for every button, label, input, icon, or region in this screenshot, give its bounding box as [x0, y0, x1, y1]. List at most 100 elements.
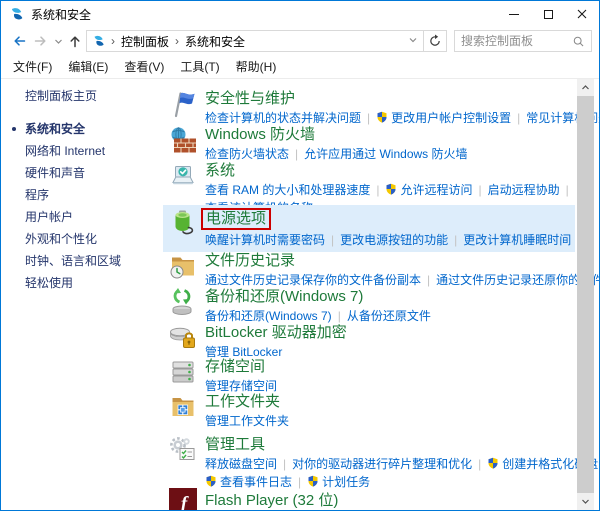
address-bar[interactable]: › 控制面板 › 系统和安全: [86, 30, 424, 52]
work-folders-icon: [169, 393, 197, 421]
sidebar-list: 系统和安全网络和 Internet硬件和声音程序用户帐户外观和个性化时钟、语言和…: [25, 118, 161, 294]
address-dropdown-button[interactable]: [408, 32, 418, 50]
section-power-options: 电源选项唤醒计算机时需要密码 | 更改电源按钮的功能 | 更改计算机睡眠时间: [163, 205, 575, 252]
menu-bar: 文件(F)编辑(E)查看(V)工具(T)帮助(H): [1, 55, 599, 79]
menu-item[interactable]: 帮助(H): [228, 58, 285, 75]
scroll-up-button[interactable]: [577, 79, 594, 96]
refresh-button[interactable]: [424, 30, 447, 52]
firewall-icon: [169, 126, 197, 154]
window-controls: [497, 1, 599, 27]
menu-item[interactable]: 查看(V): [116, 58, 172, 75]
task-link[interactable]: 更改计算机睡眠时间: [463, 233, 571, 247]
search-input[interactable]: [461, 34, 572, 48]
section-work-folders: 工作文件夹管理工作文件夹: [163, 390, 575, 433]
menu-item[interactable]: 编辑(E): [60, 58, 116, 75]
menu-item[interactable]: 工具(T): [172, 58, 227, 75]
bitlocker-icon: [169, 324, 197, 352]
task-link[interactable]: 管理工作文件夹: [205, 414, 289, 428]
uac-shield-icon: [487, 457, 499, 469]
close-button[interactable]: [565, 1, 599, 27]
maximize-button[interactable]: [531, 1, 565, 27]
link-separator: |: [331, 233, 334, 247]
section-title-link[interactable]: 管理工具: [205, 436, 265, 454]
content-sections: 安全性与维护检查计算机的状态并解决问题|更改用户帐户控制设置|常见计算机问题疑难…: [161, 79, 599, 510]
task-link-row: 唤醒计算机时需要密码 | 更改电源按钮的功能 | 更改计算机睡眠时间: [205, 232, 571, 248]
chevron-right-icon: ›: [175, 34, 179, 48]
section-title-link[interactable]: Flash Player (32 位): [205, 488, 338, 511]
up-arrow-icon: [67, 33, 83, 49]
admin-tools-icon: [169, 436, 197, 464]
task-link-row: 管理工作文件夹: [205, 413, 289, 429]
section-title-link-annotated[interactable]: 电源选项: [201, 208, 271, 230]
minimize-icon: [509, 14, 519, 15]
flash-player-icon: f: [169, 488, 197, 511]
sidebar-home-link[interactable]: 控制面板主页: [25, 87, 161, 105]
refresh-icon: [428, 34, 442, 48]
breadcrumb-item[interactable]: 系统和安全: [185, 33, 245, 50]
navigation-toolbar: › 控制面板 › 系统和安全: [1, 27, 599, 55]
section-flash-player: f Flash Player (32 位): [163, 485, 575, 511]
breadcrumb-location-icon: [92, 34, 106, 48]
section-title-link[interactable]: 存储空间: [205, 358, 265, 376]
search-box: [454, 30, 592, 52]
section-title-link[interactable]: 系统: [205, 162, 235, 180]
task-link[interactable]: 允许远程访问: [385, 183, 472, 197]
up-button[interactable]: [64, 30, 86, 52]
scrollbar-thumb[interactable]: [577, 96, 594, 493]
link-separator: |: [478, 183, 481, 197]
link-separator: |: [454, 233, 457, 247]
search-icon: [572, 35, 585, 48]
task-link[interactable]: 对你的驱动器进行碎片整理和优化: [292, 457, 472, 471]
task-link[interactable]: 查看 RAM 的大小和处理器速度: [205, 183, 370, 197]
link-separator: |: [376, 183, 379, 197]
sidebar-item[interactable]: 程序: [25, 184, 161, 206]
window-title: 系统和安全: [31, 6, 91, 23]
main-area: 控制面板主页 系统和安全网络和 Internet硬件和声音程序用户帐户外观和个性…: [1, 79, 599, 510]
section-title-link[interactable]: 工作文件夹: [205, 393, 280, 411]
sidebar-item[interactable]: 轻松使用: [25, 272, 161, 294]
back-button[interactable]: [8, 30, 30, 52]
task-link-row: 释放磁盘空间|对你的驱动器进行碎片整理和优化|创建并格式化硬盘分区|: [205, 456, 575, 472]
recent-pages-button[interactable]: [52, 30, 64, 52]
chevron-right-icon: ›: [111, 34, 115, 48]
section-title-link[interactable]: 文件历史记录: [205, 252, 295, 270]
chevron-down-icon: [408, 35, 418, 45]
breadcrumb: › 控制面板 › 系统和安全: [111, 33, 403, 50]
sidebar-item[interactable]: 网络和 Internet: [25, 140, 161, 162]
menu-item[interactable]: 文件(F): [5, 58, 60, 75]
task-link[interactable]: 更改电源按钮的功能: [340, 233, 448, 247]
section-title-link[interactable]: 备份和还原(Windows 7): [205, 288, 363, 306]
close-icon: [577, 9, 587, 19]
vertical-scrollbar[interactable]: [577, 79, 594, 510]
task-link-row: 查看 RAM 的大小和处理器速度 | 允许远程访问 | 启动远程协助 |: [205, 182, 575, 198]
link-separator: |: [283, 457, 286, 471]
sidebar-item[interactable]: 硬件和声音: [25, 162, 161, 184]
system-icon: [169, 162, 197, 190]
sidebar: 控制面板主页 系统和安全网络和 Internet硬件和声音程序用户帐户外观和个性…: [1, 79, 161, 510]
minimize-button[interactable]: [497, 1, 531, 27]
task-link[interactable]: 启动远程协助: [488, 183, 560, 197]
forward-arrow-icon: [33, 33, 49, 49]
chevron-down-icon: [54, 37, 63, 46]
active-item-bullet-icon: [12, 127, 16, 131]
sidebar-item[interactable]: 时钟、语言和区域: [25, 250, 161, 272]
section-title-link[interactable]: BitLocker 驱动器加密: [205, 324, 347, 342]
sidebar-item[interactable]: 用户帐户: [25, 206, 161, 228]
chevron-down-icon: [581, 497, 590, 506]
link-separator: |: [566, 183, 569, 197]
link-separator: |: [478, 457, 481, 471]
section-title-link[interactable]: Windows 防火墙: [205, 126, 315, 144]
breadcrumb-item[interactable]: 控制面板: [121, 33, 169, 50]
forward-button[interactable]: [30, 30, 52, 52]
uac-shield-icon: [385, 183, 397, 195]
task-link[interactable]: 唤醒计算机时需要密码: [205, 233, 325, 247]
chevron-up-icon: [581, 83, 590, 92]
sidebar-item[interactable]: 外观和个性化: [25, 228, 161, 250]
section-title-link[interactable]: 安全性与维护: [205, 90, 295, 108]
scroll-down-button[interactable]: [577, 493, 594, 510]
security-flag-icon: [169, 90, 197, 118]
backup-icon: [169, 288, 197, 316]
task-link[interactable]: 释放磁盘空间: [205, 457, 277, 471]
power-options-icon: [169, 208, 197, 236]
sidebar-item[interactable]: 系统和安全: [25, 118, 161, 140]
